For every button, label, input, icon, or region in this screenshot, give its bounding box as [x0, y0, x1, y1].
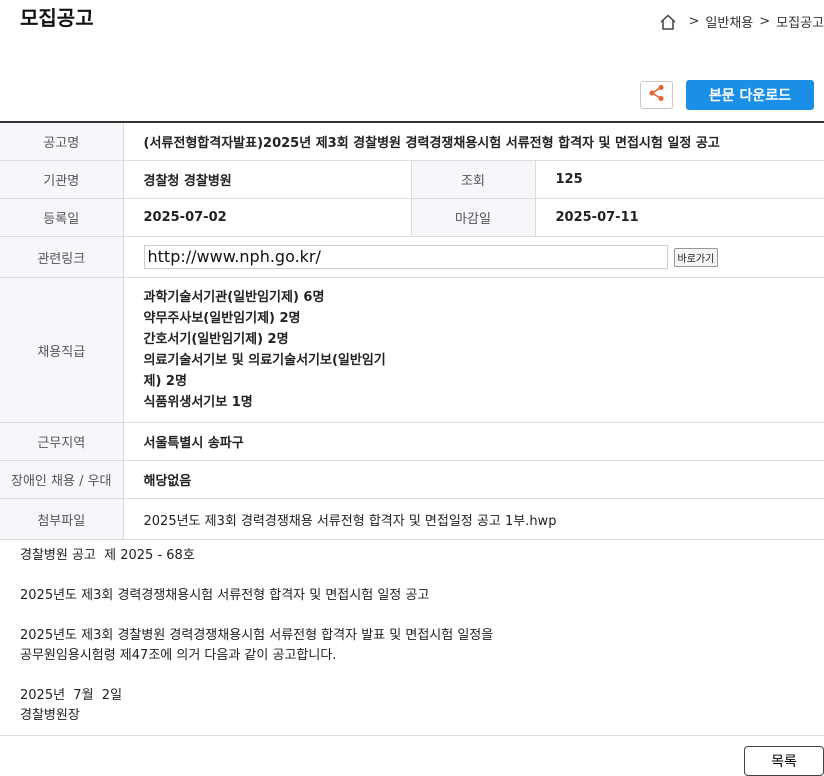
- related-link-field[interactable]: http://www.nph.go.kr/: [143, 245, 668, 269]
- share-icon: [648, 84, 666, 106]
- row-disability: 장애인 채용 / 우대 해당없음: [0, 460, 824, 499]
- reg-date-value: 2025-07-02: [123, 198, 412, 237]
- attachment-label: 첨부파일: [0, 498, 124, 540]
- link-label: 관련링크: [0, 236, 124, 278]
- notice-text: 공무원임용시험령 제47조에 의거 다음과 같이 공고합니다.: [20, 648, 337, 663]
- link-cell: http://www.nph.go.kr/바로가기: [123, 236, 824, 278]
- disability-label: 장애인 채용 / 우대: [0, 460, 124, 499]
- jobs-cell: 과학기술서기관(일반임기제) 6명 약무주사보(일반임기제) 2명 간호서기(일…: [123, 277, 824, 423]
- notice-number: 경찰병원 공고 제 2025 - 68호: [20, 548, 195, 563]
- job-item: 간호서기(일반임기제) 2명: [143, 332, 289, 347]
- breadcrumb: > 일반채용 > 모집공고: [659, 12, 824, 31]
- notice-body: 경찰병원 공고 제 2025 - 68호 2025년도 제3회 경력경쟁채용시험…: [20, 546, 493, 726]
- agency-label: 기관명: [0, 160, 124, 199]
- divider: [0, 735, 824, 736]
- row-title: 공고명 (서류전형합격자발표)2025년 제3회 경찰병원 경력경쟁채용시험 서…: [0, 122, 824, 161]
- action-bar: 본문 다운로드: [640, 80, 814, 110]
- breadcrumb-item-notice[interactable]: 모집공고: [776, 12, 824, 31]
- jobs-label: 채용직급: [0, 277, 124, 423]
- row-agency: 기관명 경찰청 경찰병원 조회 125: [0, 160, 824, 199]
- job-list: 과학기술서기관(일반임기제) 6명 약무주사보(일반임기제) 2명 간호서기(일…: [144, 278, 824, 422]
- disability-value: 해당없음: [123, 460, 824, 499]
- download-body-button[interactable]: 본문 다운로드: [686, 80, 814, 110]
- deadline-value: 2025-07-11: [535, 198, 824, 237]
- breadcrumb-item-general-hiring[interactable]: 일반채용: [705, 12, 753, 31]
- page-title: 모집공고: [20, 6, 94, 30]
- job-item: 의료기술서기보 및 의료기술서기보(일반임기제) 2명: [143, 353, 386, 389]
- home-icon[interactable]: [659, 13, 677, 31]
- job-item: 식품위생서기보 1명: [143, 395, 253, 410]
- row-jobs: 채용직급 과학기술서기관(일반임기제) 6명 약무주사보(일반임기제) 2명 간…: [0, 277, 824, 423]
- row-link: 관련링크 http://www.nph.go.kr/바로가기: [0, 236, 824, 278]
- notice-info-table: 공고명 (서류전형합격자발표)2025년 제3회 경찰병원 경력경쟁채용시험 서…: [0, 121, 824, 540]
- reg-date-label: 등록일: [0, 198, 124, 237]
- share-button[interactable]: [640, 81, 673, 109]
- views-label: 조회: [411, 160, 536, 199]
- title-value: (서류전형합격자발표)2025년 제3회 경찰병원 경력경쟁채용시험 서류전형 …: [123, 122, 824, 161]
- deadline-label: 마감일: [411, 198, 536, 237]
- list-button[interactable]: 목록: [744, 746, 824, 776]
- region-value: 서울특별시 송파구: [123, 422, 824, 461]
- notice-signer: 경찰병원장: [20, 708, 80, 723]
- job-item: 과학기술서기관(일반임기제) 6명: [143, 290, 325, 305]
- breadcrumb-separator: >: [688, 14, 700, 29]
- row-dates: 등록일 2025-07-02 마감일 2025-07-11: [0, 198, 824, 237]
- row-attachment: 첨부파일 2025년도 제3회 경력경쟁채용 서류전형 합격자 및 면접일정 공…: [0, 498, 824, 540]
- row-region: 근무지역 서울특별시 송파구: [0, 422, 824, 461]
- region-label: 근무지역: [0, 422, 124, 461]
- notice-date: 2025년 7월 2일: [20, 688, 123, 703]
- go-link-button[interactable]: 바로가기: [673, 247, 719, 267]
- notice-text: 2025년도 제3회 경찰병원 경력경쟁채용시험 서류전형 합격자 발표 및 면…: [20, 628, 494, 643]
- breadcrumb-separator: >: [759, 14, 771, 29]
- attachment-file-link[interactable]: 2025년도 제3회 경력경쟁채용 서류전형 합격자 및 면접일정 공고 1부.…: [123, 498, 824, 540]
- views-value: 125: [535, 160, 824, 199]
- agency-value: 경찰청 경찰병원: [123, 160, 412, 199]
- notice-heading: 2025년도 제3회 경력경쟁채용시험 서류전형 합격자 및 면접시험 일정 공…: [20, 588, 430, 603]
- job-item: 약무주사보(일반임기제) 2명: [143, 311, 301, 326]
- title-label: 공고명: [0, 122, 124, 161]
